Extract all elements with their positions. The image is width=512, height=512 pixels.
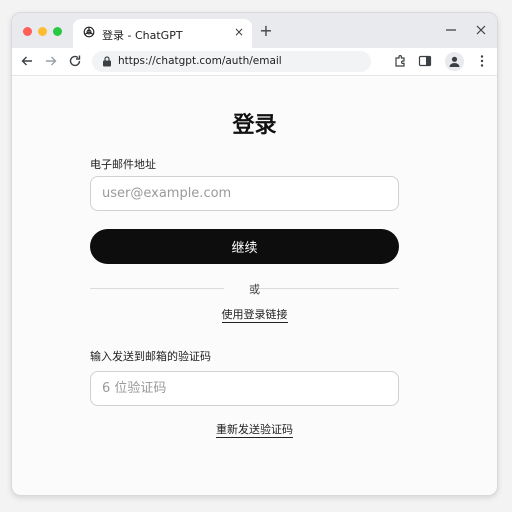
- person-icon: [449, 56, 460, 67]
- use-login-link[interactable]: 使用登录链接: [221, 308, 288, 323]
- back-arrow-icon[interactable]: [20, 54, 34, 68]
- profile-avatar[interactable]: [445, 52, 464, 71]
- more-menu-icon[interactable]: [475, 54, 489, 68]
- maximize-window-dot[interactable]: [53, 27, 62, 36]
- resend-link-row: 重新发送验证码: [12, 421, 497, 438]
- email-input[interactable]: [90, 176, 399, 211]
- side-panel-icon[interactable]: [418, 54, 432, 68]
- forward-arrow-icon[interactable]: [44, 54, 58, 68]
- close-icon[interactable]: [475, 24, 487, 36]
- login-link-row: 使用登录链接: [12, 306, 497, 323]
- browser-toolbar: https://chatgpt.com/auth/email: [12, 48, 497, 76]
- divider-or: 或: [249, 283, 260, 296]
- browser-window: 登录 - ChatGPT × + https://chatgpt.com/aut…: [11, 12, 498, 496]
- reload-icon[interactable]: [68, 54, 82, 68]
- email-label: 电子邮件地址: [90, 158, 156, 171]
- new-tab-button[interactable]: +: [258, 23, 274, 39]
- tab-title: 登录 - ChatGPT: [102, 29, 183, 42]
- code-label: 输入发送到邮箱的验证码: [90, 350, 211, 363]
- page-title: 登录: [232, 113, 277, 138]
- lock-icon: [103, 56, 111, 67]
- url-text: https://chatgpt.com/auth/email: [118, 55, 282, 67]
- resend-code-link[interactable]: 重新发送验证码: [216, 423, 293, 438]
- tab-chatgpt-login[interactable]: 登录 - ChatGPT ×: [73, 19, 252, 48]
- page-content: 登录 电子邮件地址 继续 或 使用登录链接 输入发送到邮箱的验证码 重新发送验证…: [12, 77, 497, 495]
- continue-button[interactable]: 继续: [90, 229, 399, 264]
- openai-logo-icon: [83, 26, 95, 38]
- address-bar[interactable]: https://chatgpt.com/auth/email: [92, 51, 371, 72]
- verification-code-input[interactable]: [90, 371, 399, 406]
- minimize-window-dot[interactable]: [38, 27, 47, 36]
- minimize-icon[interactable]: [446, 25, 456, 35]
- extensions-puzzle-icon[interactable]: [393, 54, 407, 68]
- window-controls: [23, 27, 62, 36]
- close-window-dot[interactable]: [23, 27, 32, 36]
- tab-strip: 登录 - ChatGPT × +: [12, 13, 497, 48]
- close-tab-icon[interactable]: ×: [232, 25, 246, 39]
